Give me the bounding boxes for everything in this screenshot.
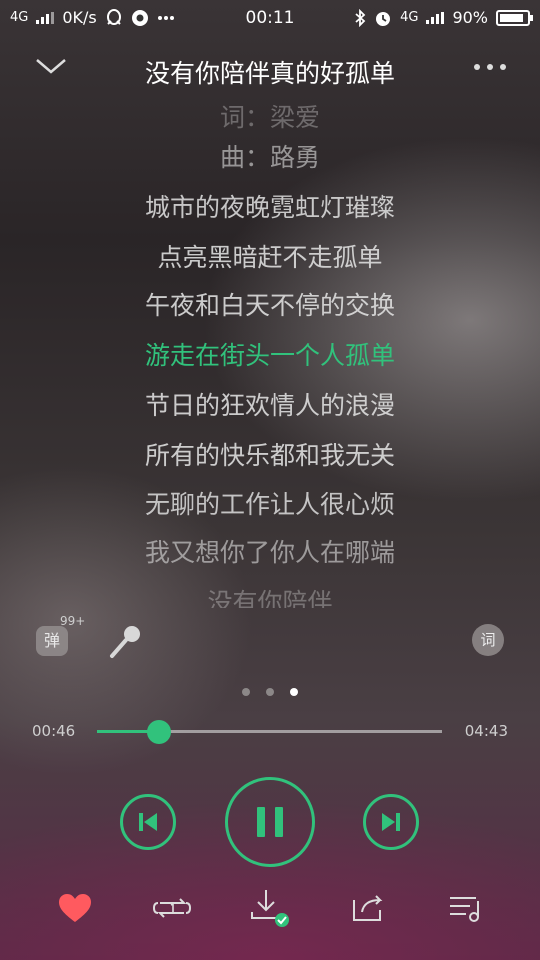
battery-charging-icon bbox=[496, 9, 533, 26]
battery-percent: 90% bbox=[452, 8, 488, 27]
lyric-line: 节日的狂欢情人的浪漫 bbox=[144, 391, 395, 420]
page-indicator bbox=[0, 688, 540, 696]
danmu-button[interactable]: 弹 bbox=[36, 626, 68, 656]
heart-icon bbox=[59, 894, 91, 922]
pause-button[interactable] bbox=[225, 777, 315, 867]
lyric-line: 没有你陪伴 bbox=[207, 588, 333, 608]
duration: 04:43 bbox=[464, 722, 508, 740]
lyrics-panel[interactable]: 词：梁爱曲：路勇城市的夜晚霓虹灯璀璨 点亮黑暗赶不走孤单 午夜和白天不停的交换 游走在… bbox=[0, 98, 540, 608]
skip-previous-icon bbox=[139, 813, 157, 831]
next-button[interactable] bbox=[363, 794, 419, 850]
danmu-count-badge: 99+ bbox=[60, 614, 86, 628]
lyric-line: 午夜和白天不停的交换 bbox=[144, 291, 395, 320]
seek-track[interactable] bbox=[97, 720, 442, 744]
repeat-mode-button[interactable] bbox=[150, 886, 194, 930]
page-dot[interactable] bbox=[242, 688, 250, 696]
seek-knob[interactable] bbox=[147, 720, 172, 744]
bluetooth-icon bbox=[355, 8, 366, 27]
current-time: 00:46 bbox=[32, 722, 76, 740]
share-icon bbox=[353, 895, 383, 921]
lyric-line-current: 游走在街头一个人孤单 bbox=[144, 341, 395, 370]
tool-row: 弹 99+ 词 bbox=[0, 614, 540, 662]
download-button[interactable] bbox=[248, 886, 292, 930]
downloaded-icon bbox=[251, 890, 289, 927]
lyric-line: 我又想你了你人在哪端 bbox=[144, 538, 395, 567]
signal-icon-right bbox=[426, 11, 445, 24]
lyric-line: 点亮黑暗赶不走孤单 bbox=[157, 243, 383, 272]
bottom-actions bbox=[0, 886, 540, 930]
page-dot[interactable] bbox=[290, 688, 298, 696]
like-button[interactable] bbox=[53, 886, 97, 930]
pause-icon bbox=[257, 807, 283, 837]
page-dot[interactable] bbox=[266, 688, 274, 696]
lyric-search-button[interactable]: 词 bbox=[472, 624, 504, 656]
battery-fill bbox=[500, 13, 524, 22]
lyric-line: 城市的夜晚霓虹灯璀璨 bbox=[144, 193, 395, 222]
network-type-right: 4G bbox=[400, 10, 419, 25]
alarm-icon bbox=[376, 11, 391, 26]
microphone-icon[interactable] bbox=[108, 624, 142, 660]
skip-next-icon bbox=[382, 813, 400, 831]
playback-controls bbox=[0, 776, 540, 868]
status-bar: 4G 0K/s 00:11 4G 90% bbox=[0, 0, 540, 36]
progress-bar: 00:46 04:43 bbox=[0, 716, 540, 746]
player-header: 没有你陪伴真的好孤单 bbox=[0, 40, 540, 96]
repeat-one-icon bbox=[152, 898, 192, 918]
lyric-line: 无聊的工作让人很心烦 bbox=[144, 490, 395, 519]
lyric-line: 曲：路勇 bbox=[219, 143, 320, 172]
previous-button[interactable] bbox=[120, 794, 176, 850]
playlist-button[interactable] bbox=[444, 886, 488, 930]
lyric-line: 词：梁爱 bbox=[219, 103, 320, 132]
playlist-icon bbox=[450, 897, 479, 922]
song-title: 没有你陪伴真的好孤单 bbox=[144, 59, 395, 88]
lyric-line: 所有的快乐都和我无关 bbox=[144, 441, 395, 470]
share-button[interactable] bbox=[346, 886, 390, 930]
more-dots-icon[interactable] bbox=[474, 64, 506, 70]
